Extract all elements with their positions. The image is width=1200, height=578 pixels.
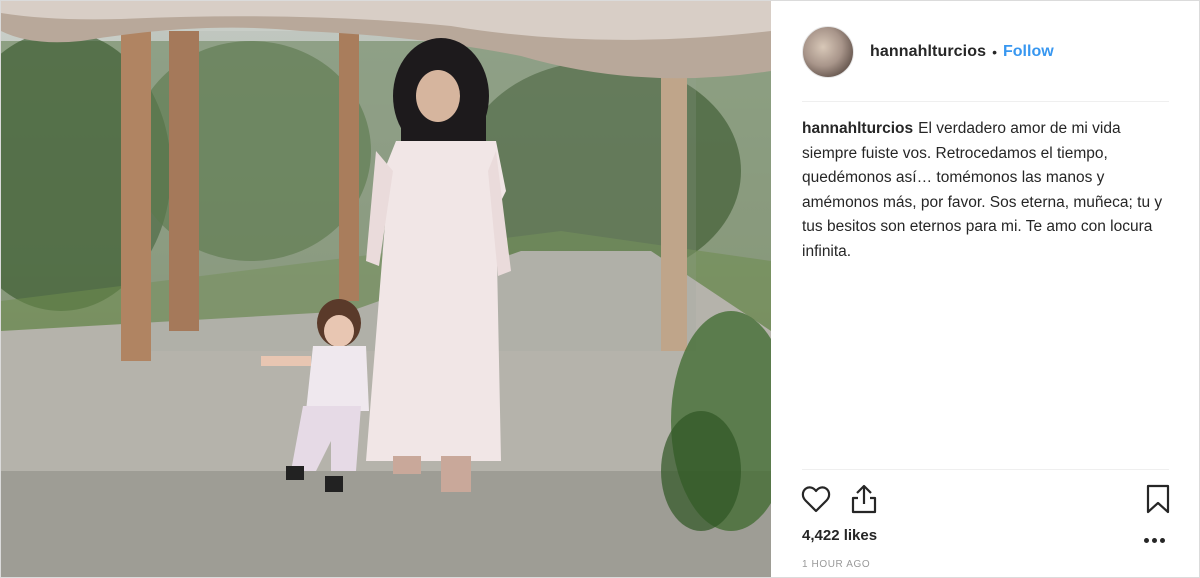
post-side-panel: hannahlturcios • Follow hannahlturcios El… — [772, 1, 1199, 577]
more-dot — [1144, 537, 1149, 543]
caption-text: El verdadero amor de mi vida siempre fui… — [802, 120, 1163, 260]
more-options-icon[interactable] — [1144, 533, 1168, 547]
actions-divider — [802, 469, 1169, 470]
post-photo[interactable] — [1, 1, 771, 577]
avatar[interactable] — [802, 26, 854, 78]
post-header: hannahlturcios • Follow — [802, 25, 1054, 79]
username-link[interactable]: hannahlturcios — [870, 43, 986, 61]
separator-dot: • — [992, 44, 997, 60]
instagram-post-embed: hannahlturcios • Follow hannahlturcios El… — [0, 0, 1200, 578]
share-upload-icon[interactable] — [846, 481, 882, 517]
likes-count[interactable]: 4,422 likes — [802, 527, 877, 544]
post-caption: hannahlturcios El verdadero amor de mi vi… — [802, 117, 1167, 264]
bookmark-icon[interactable] — [1140, 481, 1176, 517]
caption-username-link[interactable]: hannahlturcios — [802, 120, 913, 137]
more-dot — [1160, 537, 1165, 543]
more-dot — [1152, 537, 1157, 543]
header-divider — [802, 101, 1169, 102]
post-timestamp: 1 HOUR AGO — [802, 559, 871, 570]
heart-outline-icon[interactable] — [798, 481, 834, 517]
post-actions-bar — [798, 481, 1173, 521]
follow-button[interactable]: Follow — [1003, 43, 1054, 61]
photo-scene — [1, 1, 771, 577]
